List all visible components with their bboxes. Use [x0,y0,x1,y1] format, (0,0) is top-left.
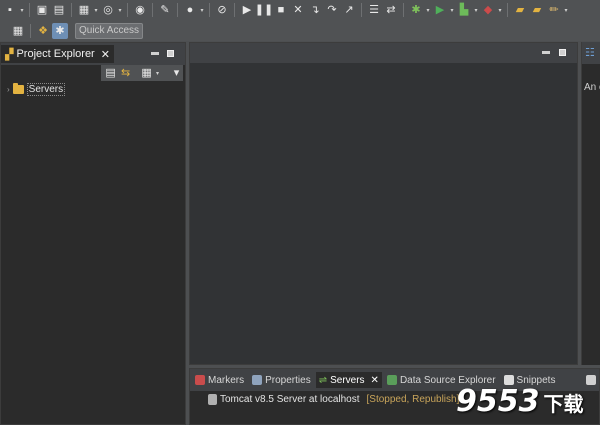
project-explorer-toolbar: ▤ ⇆ ▦ ▾ ▾ [101,65,183,81]
tree-item-label: Servers [26,83,66,96]
perspective-toolbar: ▦ ❖ ✱ Quick Access [0,20,600,41]
editor-area[interactable] [189,42,578,365]
close-icon[interactable]: ✕ [371,375,379,386]
search-icon[interactable]: ✎ [157,2,173,18]
toolbar-separator [361,3,362,17]
run-icon[interactable]: ▶ [432,2,448,18]
outline-message: An o [584,82,600,93]
step-return-icon[interactable]: ↗ [341,2,357,18]
toolbar-separator [234,3,235,17]
person-icon[interactable]: ● [182,2,198,18]
link-with-editor-icon[interactable]: ⇆ [119,65,132,81]
open-perspective-icon[interactable]: ▦ [10,23,26,39]
disconnect-icon[interactable]: ✕ [290,2,306,18]
chevron-down-icon[interactable]: ▾ [19,7,25,14]
editor-tabbar [190,43,577,63]
new-server-icon[interactable]: ▦ [76,2,92,18]
server-name: Tomcat v8.5 Server at localhost [220,394,360,405]
tree-expand-icon[interactable]: › [7,85,10,94]
tab-servers[interactable]: ⇌ Servers ✕ [315,372,382,388]
toolbar-separator [30,23,31,38]
toolbar-separator [209,3,210,17]
web-icon[interactable]: ◎ [100,2,116,18]
close-icon[interactable]: ✕ [101,48,110,61]
outline-tabbar: ☷ [582,42,600,64]
open-type-icon[interactable]: ▰ [512,2,528,18]
chevron-down-icon[interactable]: ▾ [449,7,455,14]
external-tools-icon[interactable]: ▙ [456,2,472,18]
chevron-down-icon[interactable]: ▾ [425,7,431,14]
chevron-down-icon[interactable]: ▾ [199,7,205,14]
properties-icon [252,375,263,385]
collapse-all-icon[interactable]: ▤ [104,65,117,81]
new-icon[interactable]: ▪ [2,2,18,18]
maximize-icon[interactable] [167,50,174,57]
minimize-icon[interactable] [151,52,159,55]
open-task-icon[interactable]: ▰ [529,2,545,18]
minimize-icon[interactable] [542,51,550,54]
edit-icon[interactable]: ✏ [546,2,562,18]
stop-icon[interactable]: ■ [273,2,289,18]
project-explorer-icon: ▞ [5,48,14,61]
view-menu-icon[interactable]: ▾ [170,65,183,81]
toolbar-separator [177,3,178,17]
site-watermark: 9553 下载 [456,384,584,419]
outline-icon[interactable]: ☷ [585,46,595,59]
toolbar-separator [507,3,508,17]
use-step-filters-icon[interactable]: ☰ [366,2,382,18]
toolbar-separator [403,3,404,17]
chevron-down-icon[interactable]: ▾ [93,7,99,14]
project-explorer-panel: ▞ Project Explorer ✕ ▤ ⇆ ▦ ▾ ▾ › Servers [0,42,186,425]
quick-access-input[interactable]: Quick Access [75,22,144,39]
server-status: [Stopped, Republish] [366,394,460,405]
suspend-icon[interactable]: ❚❚ [255,2,273,18]
save-all-icon[interactable]: ▤ [51,2,67,18]
main-toolbar: ▪ ▾ ▣ ▤ ▦ ▾ ◎ ▾ ◉ ✎ ● ▾ ⊘ ▶ ❚❚ ■ ✕ ↴ ↷ ↗… [0,0,600,20]
server-icon [208,394,217,405]
tab-properties[interactable]: Properties [249,372,314,388]
outline-panel: ☷ An o [581,42,600,365]
maximize-icon[interactable] [559,49,566,56]
project-explorer-title: Project Explorer [16,48,95,60]
chevron-down-icon[interactable]: ▾ [117,7,123,14]
debug-icon[interactable]: ✱ [408,2,424,18]
chevron-down-icon[interactable]: ▾ [497,7,503,14]
chevron-down-icon[interactable]: ▾ [155,70,160,77]
servers-icon: ⇌ [318,374,328,386]
skip-icon[interactable]: ⊘ [214,2,230,18]
view-icon[interactable] [586,375,596,385]
debug-perspective-icon[interactable]: ✱ [52,22,68,39]
resume-icon[interactable]: ▶ [239,2,255,18]
markers-icon [195,375,205,385]
toolbar-separator [127,3,128,17]
watermark-number: 9553 [456,384,540,419]
watermark-text: 下载 [543,392,584,416]
tree-item-servers[interactable]: › Servers [7,83,66,96]
save-icon[interactable]: ▣ [34,2,50,18]
folder-icon [12,83,24,94]
step-over-icon[interactable]: ↷ [324,2,340,18]
coverage-icon[interactable]: ◆ [480,2,496,18]
globe-icon[interactable]: ◉ [132,2,148,18]
server-row[interactable]: Tomcat v8.5 Server at localhost [Stopped… [208,394,459,405]
tab-project-explorer[interactable]: ▞ Project Explorer ✕ [1,45,114,63]
run-last-icon[interactable]: ⇄ [383,2,399,18]
toolbar-separator [71,3,72,17]
chevron-down-icon[interactable]: ▾ [473,7,479,14]
data-source-icon [386,375,397,385]
step-into-icon[interactable]: ↴ [307,2,323,18]
chevron-down-icon[interactable]: ▾ [563,7,569,14]
toolbar-separator [152,3,153,17]
project-explorer-tabbar: ▞ Project Explorer ✕ [1,43,185,65]
focus-icon[interactable]: ▦ [140,65,153,81]
tab-label: Servers [330,374,365,386]
toolbar-separator [29,3,30,17]
java-ee-perspective-icon[interactable]: ❖ [35,23,51,39]
tab-label: Markers [208,374,245,386]
tab-label: Properties [265,374,311,386]
tab-markers[interactable]: Markers [192,372,247,388]
